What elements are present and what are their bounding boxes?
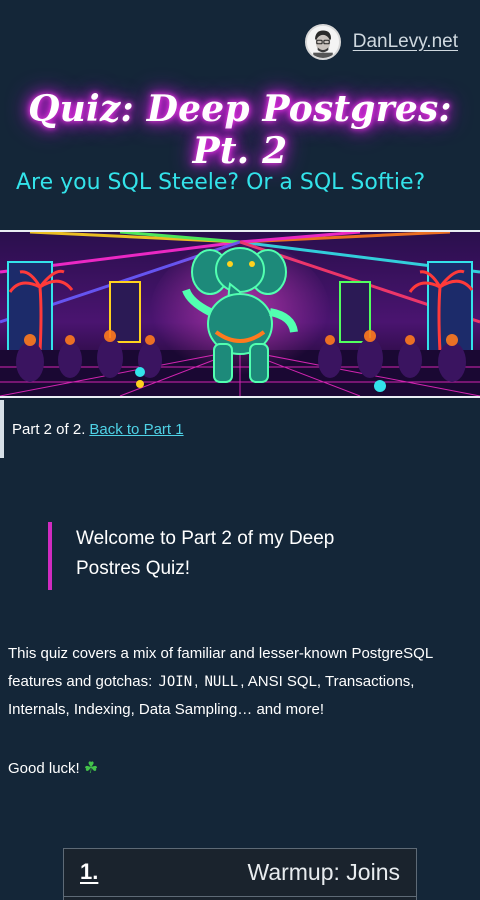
clover-icon: ☘ xyxy=(83,760,99,777)
avatar[interactable] xyxy=(304,24,341,60)
card-divider xyxy=(64,896,416,897)
page-subtitle: Are you SQL Steele? Or a SQL Softie? xyxy=(16,170,426,195)
page-title: Quiz: Deep Postgres: Pt. 2 xyxy=(28,88,452,172)
code-join: JOIN xyxy=(158,674,193,690)
intro-paragraph: This quiz covers a mix of familiar and l… xyxy=(8,640,474,724)
question-card[interactable]: 1. Warmup: Joins xyxy=(63,848,417,900)
welcome-quote: Welcome to Part 2 of my Deep Postres Qui… xyxy=(48,522,388,590)
good-luck-text: Good luck! ☘ xyxy=(8,756,98,782)
back-to-part-1-link[interactable]: Back to Part 1 xyxy=(89,421,183,438)
code-null: NULL xyxy=(204,674,239,690)
part-notice-text: Part 2 of 2. xyxy=(12,420,86,438)
good-luck-label: Good luck! xyxy=(8,760,80,777)
question-number[interactable]: 1. xyxy=(80,859,98,885)
avatar-icon xyxy=(306,26,339,58)
site-name-link[interactable]: DanLevy.net xyxy=(353,31,458,53)
hero-elephant-illustration xyxy=(0,232,480,396)
hero-banner-image xyxy=(0,230,480,398)
intro-separator: , xyxy=(194,673,203,690)
part-notice: Part 2 of 2. Back to Part 1 xyxy=(0,400,480,458)
site-header: DanLevy.net xyxy=(304,24,458,60)
question-title: Warmup: Joins xyxy=(247,859,400,885)
